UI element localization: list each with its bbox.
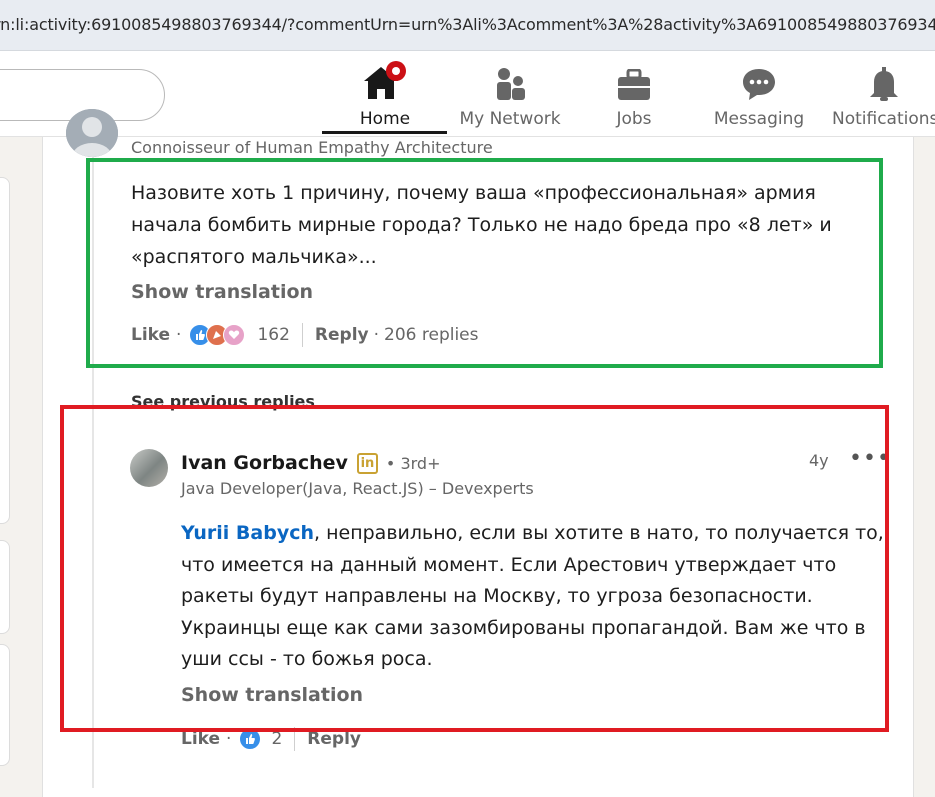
reply-button[interactable]: Reply (307, 729, 361, 749)
nav-my-network-label: My Network (459, 109, 561, 129)
dot-separator: · (226, 729, 232, 749)
author-headline: Connoisseur of Human Empathy Architectur… (131, 138, 493, 157)
nav-my-network[interactable]: My Network (455, 63, 565, 129)
red-highlight-box (60, 405, 889, 732)
sidebar-card (0, 177, 10, 524)
chat-icon (709, 63, 809, 101)
nav-home[interactable]: Home (345, 61, 425, 129)
briefcase-icon (604, 63, 664, 101)
browser-address-bar[interactable]: rn:li:activity:6910085498803769344/?comm… (0, 0, 935, 51)
nav-notifications[interactable]: Notifications (832, 63, 935, 129)
people-icon (455, 63, 565, 101)
home-icon (345, 61, 425, 101)
top-nav-bar: Home My Network Jobs Messaging Notificat… (0, 51, 935, 137)
sidebar-card (0, 644, 10, 766)
sidebar-card (0, 540, 10, 634)
avatar[interactable] (66, 109, 118, 157)
reaction-count[interactable]: 2 (271, 729, 282, 749)
bell-icon (832, 63, 935, 101)
nav-notifications-label: Notifications (832, 109, 935, 129)
nav-messaging[interactable]: Messaging (709, 63, 809, 129)
nav-jobs-label: Jobs (616, 109, 652, 129)
like-button[interactable]: Like (181, 729, 220, 749)
nav-home-label: Home (359, 109, 411, 129)
active-tab-indicator (322, 131, 447, 134)
nav-jobs[interactable]: Jobs (604, 63, 664, 129)
url-text[interactable]: rn:li:activity:6910085498803769344/?comm… (0, 15, 935, 34)
nav-messaging-label: Messaging (713, 109, 805, 129)
green-highlight-box (86, 158, 883, 368)
